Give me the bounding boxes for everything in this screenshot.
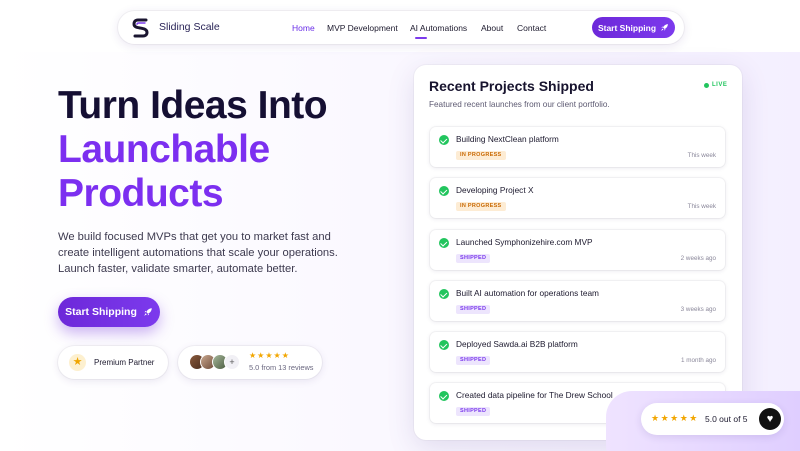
heart-icon[interactable]: ♥ bbox=[759, 408, 781, 430]
check-circle-icon bbox=[439, 340, 449, 350]
star-icon: ★ bbox=[69, 354, 86, 371]
project-title: Developing Project X bbox=[456, 185, 534, 195]
check-circle-icon bbox=[439, 135, 449, 145]
project-title: Built AI automation for operations team bbox=[456, 288, 599, 298]
nav-cta-label: Start Shipping bbox=[597, 22, 657, 33]
main-nav: Sliding Scale Home MVP Development AI Au… bbox=[118, 11, 684, 44]
logo-icon[interactable] bbox=[131, 17, 151, 39]
project-title: Building NextClean platform bbox=[456, 134, 559, 144]
recent-projects-card: Recent Projects Shipped LIVE Featured re… bbox=[414, 65, 742, 440]
nav-link-mvp-development[interactable]: MVP Development bbox=[327, 23, 398, 33]
status-badge: SHIPPED bbox=[456, 254, 491, 263]
project-time: This week bbox=[687, 152, 716, 159]
live-label: LIVE bbox=[712, 82, 728, 88]
hero-headline-line2: Launchable bbox=[58, 128, 270, 171]
review-summary: 5.0 from 13 reviews bbox=[249, 363, 314, 372]
rating-stars: ★★★★★ bbox=[249, 351, 290, 360]
rating-text: 5.0 out of 5 bbox=[705, 414, 748, 424]
nav-link-ai-automations[interactable]: AI Automations bbox=[410, 23, 467, 33]
project-item: Deployed Sawda.ai B2B platform SHIPPED 1… bbox=[430, 332, 725, 372]
check-circle-icon bbox=[439, 391, 449, 401]
status-badge: SHIPPED bbox=[456, 356, 491, 365]
project-title: Deployed Sawda.ai B2B platform bbox=[456, 339, 578, 349]
nav-link-home[interactable]: Home bbox=[292, 23, 315, 33]
project-item: Built AI automation for operations team … bbox=[430, 281, 725, 321]
hero-cta-label: Start Shipping bbox=[65, 306, 137, 318]
nav-link-about[interactable]: About bbox=[481, 23, 503, 33]
project-time: 2 weeks ago bbox=[680, 255, 716, 262]
hero-headline-line3: Products bbox=[58, 172, 224, 215]
check-circle-icon bbox=[439, 238, 449, 248]
hero-headline-line1: Turn Ideas Into bbox=[58, 84, 328, 127]
nav-active-indicator bbox=[415, 37, 427, 39]
project-item: Launched Symphonizehire.com MVP SHIPPED … bbox=[430, 230, 725, 270]
live-indicator-dot bbox=[704, 83, 709, 88]
project-time: 1 month ago bbox=[680, 357, 716, 364]
rating-widget: ★★★★★ 5.0 out of 5 ♥ bbox=[641, 403, 784, 435]
reviews-badge: + ★★★★★ 5.0 from 13 reviews bbox=[178, 346, 322, 379]
status-badge: IN PROGRESS bbox=[456, 151, 506, 160]
status-badge: IN PROGRESS bbox=[456, 202, 506, 211]
project-time: 3 weeks ago bbox=[680, 306, 716, 313]
premium-partner-badge: ★ Premium Partner bbox=[58, 346, 168, 379]
rocket-icon bbox=[144, 308, 152, 316]
projects-title: Recent Projects Shipped bbox=[429, 78, 594, 94]
project-title: Created data pipeline for The Drew Schoo… bbox=[456, 390, 613, 400]
status-badge: SHIPPED bbox=[456, 407, 491, 416]
project-time: This week bbox=[687, 203, 716, 210]
project-item: Developing Project X IN PROGRESS This we… bbox=[430, 178, 725, 218]
rating-stars: ★★★★★ bbox=[651, 413, 699, 423]
project-title: Launched Symphonizehire.com MVP bbox=[456, 237, 593, 247]
hero-description: We build focused MVPs that get you to ma… bbox=[58, 231, 338, 275]
projects-subtitle: Featured recent launches from our client… bbox=[429, 100, 610, 109]
nav-start-shipping-button[interactable]: Start Shipping bbox=[592, 17, 675, 38]
check-circle-icon bbox=[439, 289, 449, 299]
check-circle-icon bbox=[439, 186, 449, 196]
more-avatars-icon: + bbox=[224, 354, 240, 370]
hero-start-shipping-button[interactable]: Start Shipping bbox=[58, 297, 160, 327]
project-item: Building NextClean platform IN PROGRESS … bbox=[430, 127, 725, 167]
partner-label: Premium Partner bbox=[94, 358, 155, 367]
brand-name[interactable]: Sliding Scale bbox=[159, 21, 220, 33]
rocket-icon bbox=[661, 24, 668, 31]
nav-link-contact[interactable]: Contact bbox=[517, 23, 546, 33]
status-badge: SHIPPED bbox=[456, 305, 491, 314]
